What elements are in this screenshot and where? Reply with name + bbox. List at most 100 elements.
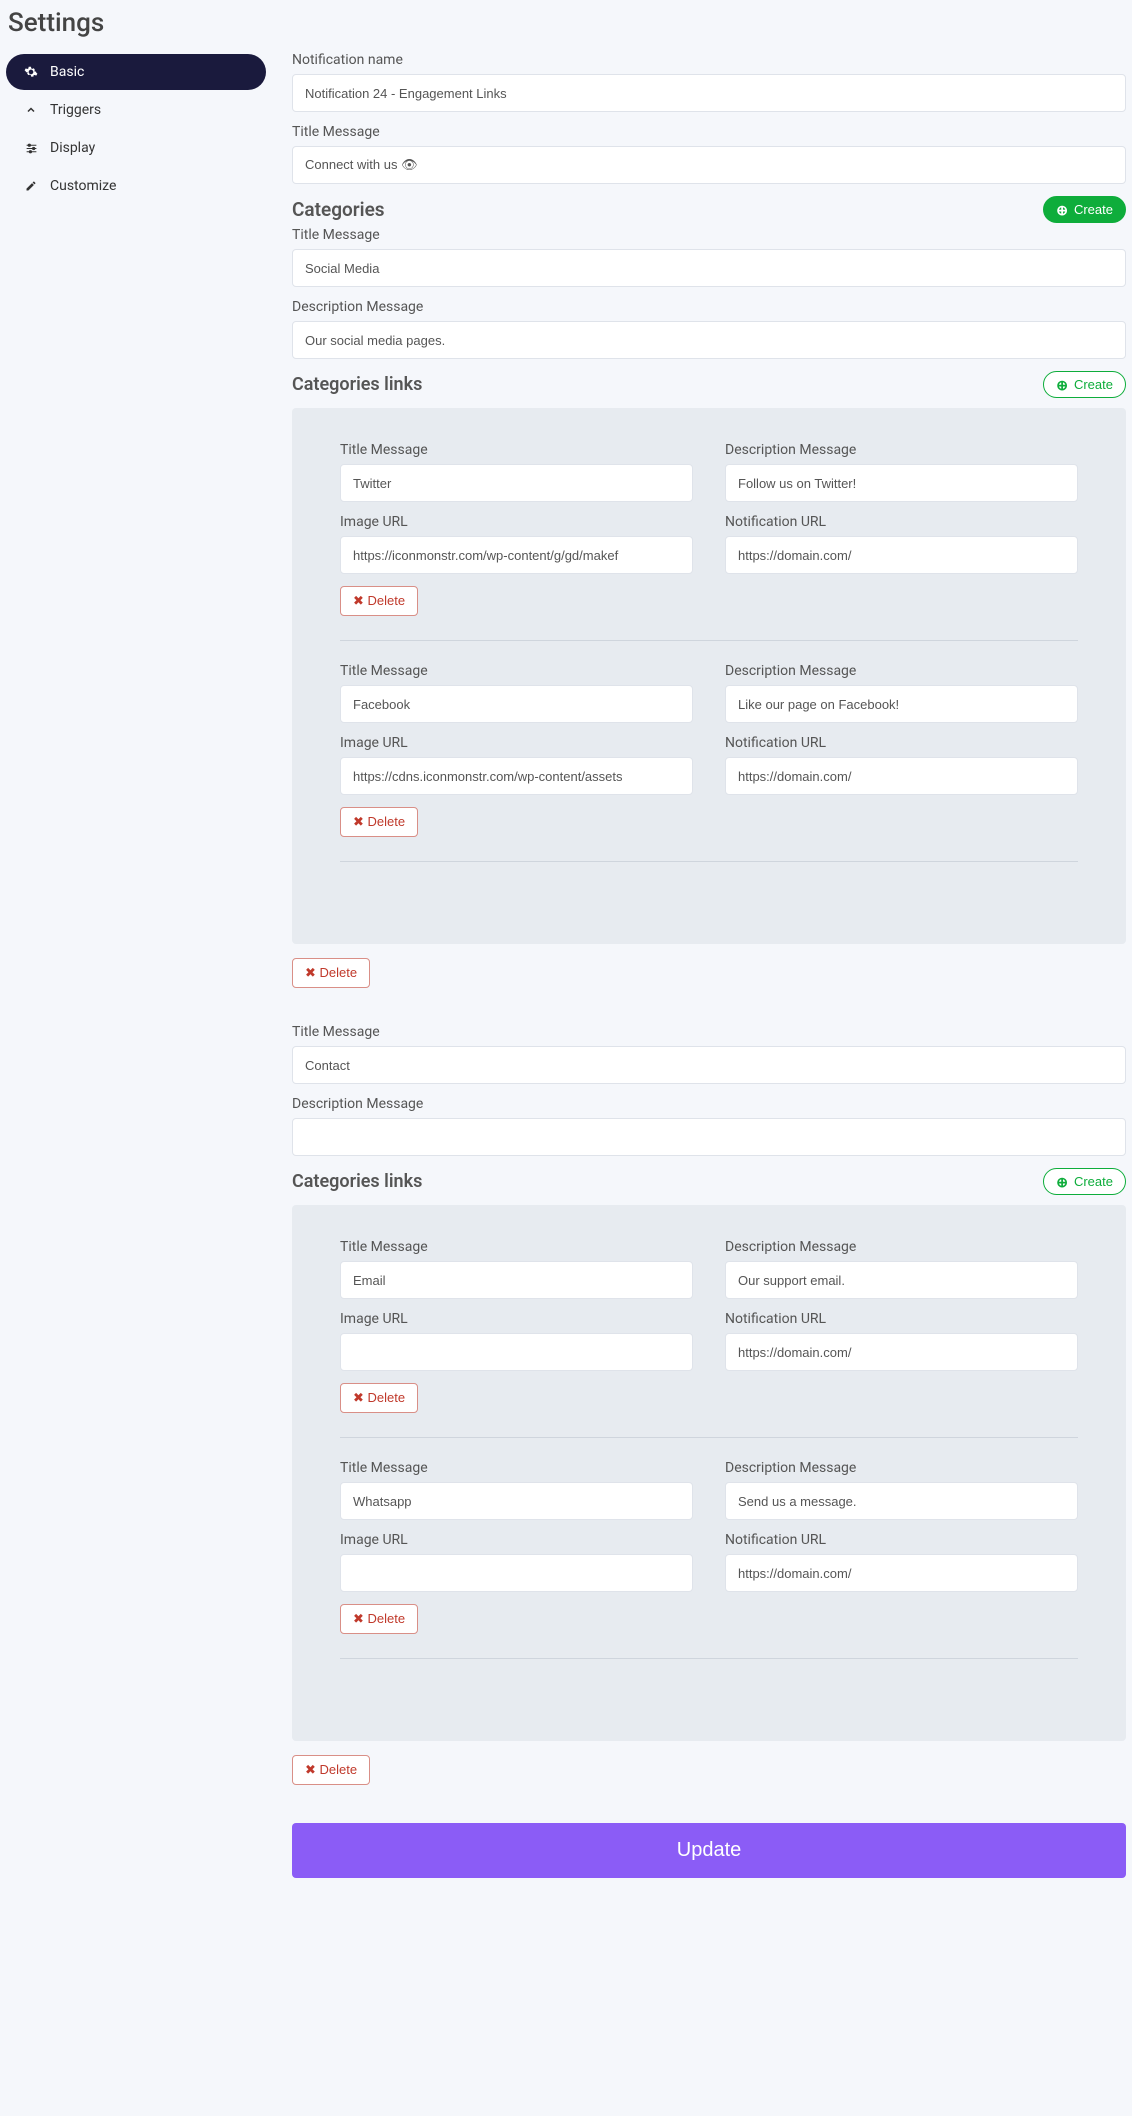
link-title-input[interactable]	[340, 1482, 693, 1520]
x-icon: ✖	[353, 814, 364, 829]
x-icon: ✖	[353, 593, 364, 608]
label-link-desc: Description Message	[725, 1460, 1078, 1476]
nav-item-customize[interactable]: Customize	[6, 168, 266, 204]
label-cat-desc: Description Message	[292, 1096, 1126, 1112]
category-desc-input[interactable]	[292, 1118, 1126, 1156]
gear-icon	[24, 65, 38, 79]
label-cat-title: Title Message	[292, 1024, 1126, 1040]
nav-item-display[interactable]: Display	[6, 130, 266, 166]
label-link-title: Title Message	[340, 1239, 693, 1255]
divider	[340, 861, 1078, 862]
title-message-input[interactable]	[292, 146, 1126, 184]
link-desc-input[interactable]	[725, 685, 1078, 723]
nav-label: Basic	[50, 64, 84, 80]
x-icon: ✖	[353, 1611, 364, 1626]
create-label: Create	[1074, 1174, 1113, 1189]
notification-name-input[interactable]	[292, 74, 1126, 112]
link-block: Title Message Description Message Image …	[340, 663, 1078, 851]
update-button[interactable]: Update	[292, 1823, 1126, 1878]
sidebar: Basic Triggers Display	[6, 52, 266, 204]
pencil-icon	[24, 180, 38, 192]
label-link-title: Title Message	[340, 1460, 693, 1476]
nav-item-triggers[interactable]: Triggers	[6, 92, 266, 128]
nav-label: Display	[50, 140, 95, 156]
delete-link-button[interactable]: ✖ Delete	[340, 807, 418, 837]
delete-label: Delete	[368, 1611, 406, 1626]
label-link-url: Notification URL	[725, 1532, 1078, 1548]
nav-item-basic[interactable]: Basic	[6, 54, 266, 90]
label-link-url: Notification URL	[725, 1311, 1078, 1327]
x-icon: ✖	[353, 1390, 364, 1405]
create-link-button[interactable]: ⊕ Create	[1043, 1168, 1126, 1195]
label-cat-title: Title Message	[292, 227, 1126, 243]
chevron-up-icon	[24, 104, 38, 116]
x-icon: ✖	[305, 965, 316, 980]
link-image-input[interactable]	[340, 1333, 693, 1371]
links-panel: Title Message Description Message Image …	[292, 1205, 1126, 1741]
label-link-desc: Description Message	[725, 663, 1078, 679]
delete-link-button[interactable]: ✖ Delete	[340, 586, 418, 616]
label-link-desc: Description Message	[725, 1239, 1078, 1255]
link-url-input[interactable]	[725, 1554, 1078, 1592]
delete-label: Delete	[368, 814, 406, 829]
link-image-input[interactable]	[340, 536, 693, 574]
divider	[340, 1437, 1078, 1438]
nav-label: Customize	[50, 178, 116, 194]
categories-heading: Categories	[292, 198, 385, 221]
category-title-input[interactable]	[292, 249, 1126, 287]
link-block: Title Message Description Message Image …	[340, 442, 1078, 630]
link-block: Title Message Description Message Image …	[340, 1239, 1078, 1427]
label-link-url: Notification URL	[725, 735, 1078, 751]
label-link-image: Image URL	[340, 735, 693, 751]
link-url-input[interactable]	[725, 536, 1078, 574]
link-image-input[interactable]	[340, 757, 693, 795]
delete-category-button[interactable]: ✖ Delete	[292, 958, 370, 988]
divider	[340, 640, 1078, 641]
delete-category-button[interactable]: ✖ Delete	[292, 1755, 370, 1785]
label-link-image: Image URL	[340, 1311, 693, 1327]
label-link-image: Image URL	[340, 1532, 693, 1548]
delete-label: Delete	[368, 593, 406, 608]
delete-label: Delete	[320, 965, 358, 980]
create-link-button[interactable]: ⊕ Create	[1043, 371, 1126, 398]
delete-link-button[interactable]: ✖ Delete	[340, 1604, 418, 1634]
link-desc-input[interactable]	[725, 1261, 1078, 1299]
sliders-icon	[24, 142, 38, 155]
category-desc-input[interactable]	[292, 321, 1126, 359]
link-title-input[interactable]	[340, 685, 693, 723]
plus-icon: ⊕	[1056, 378, 1068, 392]
label-link-image: Image URL	[340, 514, 693, 530]
x-icon: ✖	[305, 1762, 316, 1777]
label-title-message: Title Message	[292, 124, 1126, 140]
link-url-input[interactable]	[725, 1333, 1078, 1371]
create-category-button[interactable]: ⊕ Create	[1043, 196, 1126, 223]
label-link-title: Title Message	[340, 663, 693, 679]
label-link-title: Title Message	[340, 442, 693, 458]
link-url-input[interactable]	[725, 757, 1078, 795]
main-form: Notification name Title Message Categori…	[292, 52, 1126, 1878]
label-link-desc: Description Message	[725, 442, 1078, 458]
link-block: Title Message Description Message Image …	[340, 1460, 1078, 1648]
label-cat-desc: Description Message	[292, 299, 1126, 315]
create-label: Create	[1074, 202, 1113, 217]
delete-link-button[interactable]: ✖ Delete	[340, 1383, 418, 1413]
links-panel: Title Message Description Message Image …	[292, 408, 1126, 944]
link-title-input[interactable]	[340, 464, 693, 502]
link-desc-input[interactable]	[725, 1482, 1078, 1520]
categories-links-heading: Categories links	[292, 374, 422, 395]
link-title-input[interactable]	[340, 1261, 693, 1299]
category-title-input[interactable]	[292, 1046, 1126, 1084]
divider	[340, 1658, 1078, 1659]
page-title: Settings	[6, 0, 1126, 52]
plus-icon: ⊕	[1056, 1175, 1068, 1189]
plus-icon: ⊕	[1056, 203, 1068, 217]
link-image-input[interactable]	[340, 1554, 693, 1592]
label-notification-name: Notification name	[292, 52, 1126, 68]
link-desc-input[interactable]	[725, 464, 1078, 502]
label-link-url: Notification URL	[725, 514, 1078, 530]
categories-links-heading: Categories links	[292, 1171, 422, 1192]
delete-label: Delete	[320, 1762, 358, 1777]
nav-label: Triggers	[50, 102, 101, 118]
delete-label: Delete	[368, 1390, 406, 1405]
create-label: Create	[1074, 377, 1113, 392]
